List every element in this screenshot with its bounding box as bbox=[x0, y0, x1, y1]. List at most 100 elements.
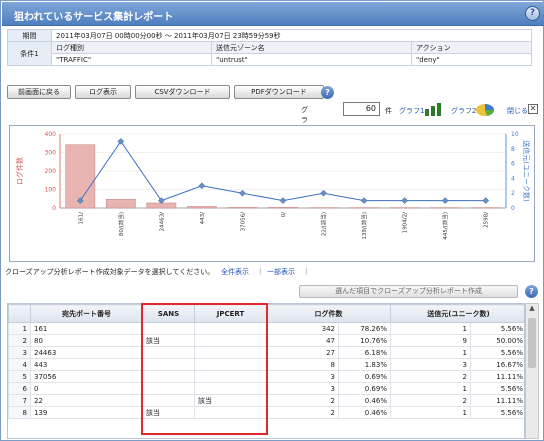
row-jpcert bbox=[194, 346, 267, 359]
src-zone-value: "untrust" bbox=[211, 53, 412, 66]
condition1-label: 条件1 bbox=[7, 41, 52, 66]
y2-tick-label: 2 bbox=[511, 190, 515, 197]
row-sans bbox=[142, 370, 195, 383]
row-dest-port: 24463 bbox=[30, 346, 143, 359]
row-log-count: 3 bbox=[266, 370, 339, 383]
row-log-pct: 0.69% bbox=[338, 382, 391, 395]
row-jpcert bbox=[194, 358, 267, 371]
bar-chart-icon[interactable] bbox=[424, 103, 444, 116]
result-table: 宛先ポート番号 SANS JPCERT ログ件数 送信元(ユニーク数) 1 161… bbox=[8, 304, 524, 419]
bar bbox=[105, 199, 136, 209]
toolbar-help-icon[interactable]: ? bbox=[321, 86, 334, 99]
row-sans bbox=[142, 358, 195, 371]
line-point bbox=[239, 189, 246, 197]
chart-area: 0 100 200 300 400 0 2 4 6 8 10 ログ件数 送信元(ユニーク数) 161/80… bbox=[9, 125, 535, 262]
line-point bbox=[320, 189, 327, 197]
line-point bbox=[117, 138, 125, 145]
back-button[interactable]: 前画面に戻る bbox=[7, 85, 71, 99]
period-value: 2011年03月07日 00時00分00秒 ～ 2011年03月07日 23時5… bbox=[51, 29, 532, 42]
row-dest-port: 37056 bbox=[30, 370, 143, 383]
row-src-unique: 2 bbox=[390, 394, 471, 407]
table-row[interactable]: 5 37056 3 0.69% 2 11.11% bbox=[8, 370, 524, 383]
x-tick-label: 445/(該当) bbox=[441, 212, 449, 240]
x-tick-label: 1904/2/ bbox=[403, 212, 409, 233]
row-dest-port: 0 bbox=[30, 382, 143, 395]
bar bbox=[187, 206, 217, 209]
col-header-log-count[interactable]: ログ件数 bbox=[266, 304, 391, 323]
close-icon[interactable]: ✕ bbox=[528, 104, 538, 114]
closeup-report-button[interactable]: 選んだ項目でクローズアップ分析レポート作成 bbox=[299, 285, 518, 298]
scroll-up-icon[interactable]: ▲ bbox=[526, 304, 538, 316]
row-sans bbox=[142, 394, 195, 407]
row-src-pct: 50.00% bbox=[470, 334, 524, 347]
src-zone-header: 送信元ゾーン名 bbox=[211, 41, 412, 54]
result-table-container: 宛先ポート番号 SANS JPCERT ログ件数 送信元(ユニーク数) 1 161… bbox=[7, 303, 525, 439]
show-partial-link[interactable]: 一部表示 bbox=[267, 267, 295, 277]
col-header-dest-port[interactable]: 宛先ポート番号 bbox=[30, 304, 143, 323]
x-tick-label: 37056/ bbox=[240, 212, 246, 231]
line-point bbox=[401, 197, 408, 204]
y2-tick-label: 6 bbox=[511, 161, 515, 168]
row-src-unique: 1 bbox=[390, 346, 471, 359]
row-src-pct: 11.11% bbox=[470, 394, 524, 407]
table-row[interactable]: 3 24463 27 6.18% 1 5.56% bbox=[8, 346, 524, 359]
row-src-pct: 11.11% bbox=[470, 370, 524, 383]
row-sans bbox=[142, 346, 195, 359]
row-sans bbox=[142, 322, 195, 335]
log-view-button[interactable]: ログ表示 bbox=[75, 85, 131, 99]
row-log-pct: 0.46% bbox=[338, 406, 391, 419]
pdf-download-button[interactable]: PDFダウンロード bbox=[234, 85, 324, 99]
row-src-unique: 1 bbox=[390, 382, 471, 395]
row-jpcert bbox=[194, 322, 267, 335]
x-tick-label: 22/(該当) bbox=[320, 212, 328, 236]
close-link[interactable]: 閉じる bbox=[507, 106, 528, 116]
col-header-src-unique[interactable]: 送信元(ユニーク数) bbox=[390, 304, 524, 323]
table-row[interactable]: 2 80 該当 47 10.76% 9 50.00% bbox=[8, 334, 524, 347]
graph-count-unit: 件 bbox=[385, 107, 392, 115]
help-icon[interactable]: ? bbox=[525, 6, 540, 21]
table-row[interactable]: 8 139 該当 2 0.46% 1 5.56% bbox=[8, 406, 524, 419]
row-src-pct: 5.56% bbox=[470, 406, 524, 419]
table-row[interactable]: 6 0 3 0.69% 1 5.56% bbox=[8, 382, 524, 395]
row-src-unique: 3 bbox=[390, 358, 471, 371]
row-dest-port: 139 bbox=[30, 406, 143, 419]
action-header: アクション bbox=[411, 41, 532, 54]
csv-download-button[interactable]: CSVダウンロード bbox=[135, 85, 230, 99]
y2-tick-label: 10 bbox=[511, 131, 519, 138]
period-label: 期間 bbox=[7, 29, 52, 42]
row-index: 6 bbox=[8, 382, 31, 395]
col-header-sans[interactable]: SANS bbox=[142, 304, 195, 323]
x-tick-label: 80/(該当) bbox=[117, 212, 125, 236]
y-tick-label: 100 bbox=[45, 187, 57, 194]
x-tick-label: 2598/ bbox=[484, 212, 490, 228]
bar bbox=[268, 207, 298, 209]
x-tick-label: 24463/ bbox=[159, 212, 165, 231]
row-index: 7 bbox=[8, 394, 31, 407]
graph1-link[interactable]: グラフ1 bbox=[399, 106, 424, 116]
table-scrollbar[interactable]: ▲ bbox=[525, 303, 539, 439]
row-log-pct: 1.83% bbox=[338, 358, 391, 371]
closeup-help-icon[interactable]: ? bbox=[525, 285, 538, 298]
table-row[interactable]: 1 161 342 78.26% 1 5.56% bbox=[8, 322, 524, 335]
row-src-pct: 5.56% bbox=[470, 346, 524, 359]
x-tick-label: 443/ bbox=[200, 212, 206, 224]
row-log-count: 342 bbox=[266, 322, 339, 335]
row-jpcert: 該当 bbox=[194, 394, 267, 407]
title-bar: 狙われているサービス集計レポート ? bbox=[2, 2, 544, 26]
show-all-link[interactable]: 全件表示 bbox=[221, 267, 249, 277]
row-jpcert bbox=[194, 382, 267, 395]
graph2-link[interactable]: グラフ2 bbox=[451, 106, 476, 116]
row-jpcert bbox=[194, 406, 267, 419]
pie-chart-icon[interactable] bbox=[475, 102, 495, 117]
graph-count-input[interactable]: 60 bbox=[343, 102, 380, 116]
row-log-pct: 10.76% bbox=[338, 334, 391, 347]
row-jpcert bbox=[194, 334, 267, 347]
scroll-thumb[interactable] bbox=[528, 318, 536, 368]
table-row[interactable]: 7 22 該当 2 0.46% 2 11.11% bbox=[8, 394, 524, 407]
line-point bbox=[482, 197, 490, 204]
report-window: 狙われているサービス集計レポート ? 期間 2011年03月07日 00時00分… bbox=[0, 0, 544, 441]
action-value: "deny" bbox=[411, 53, 532, 66]
col-header-jpcert[interactable]: JPCERT bbox=[194, 304, 267, 323]
table-row[interactable]: 4 443 8 1.83% 3 16.67% bbox=[8, 358, 524, 371]
row-log-pct: 78.26% bbox=[338, 322, 391, 335]
